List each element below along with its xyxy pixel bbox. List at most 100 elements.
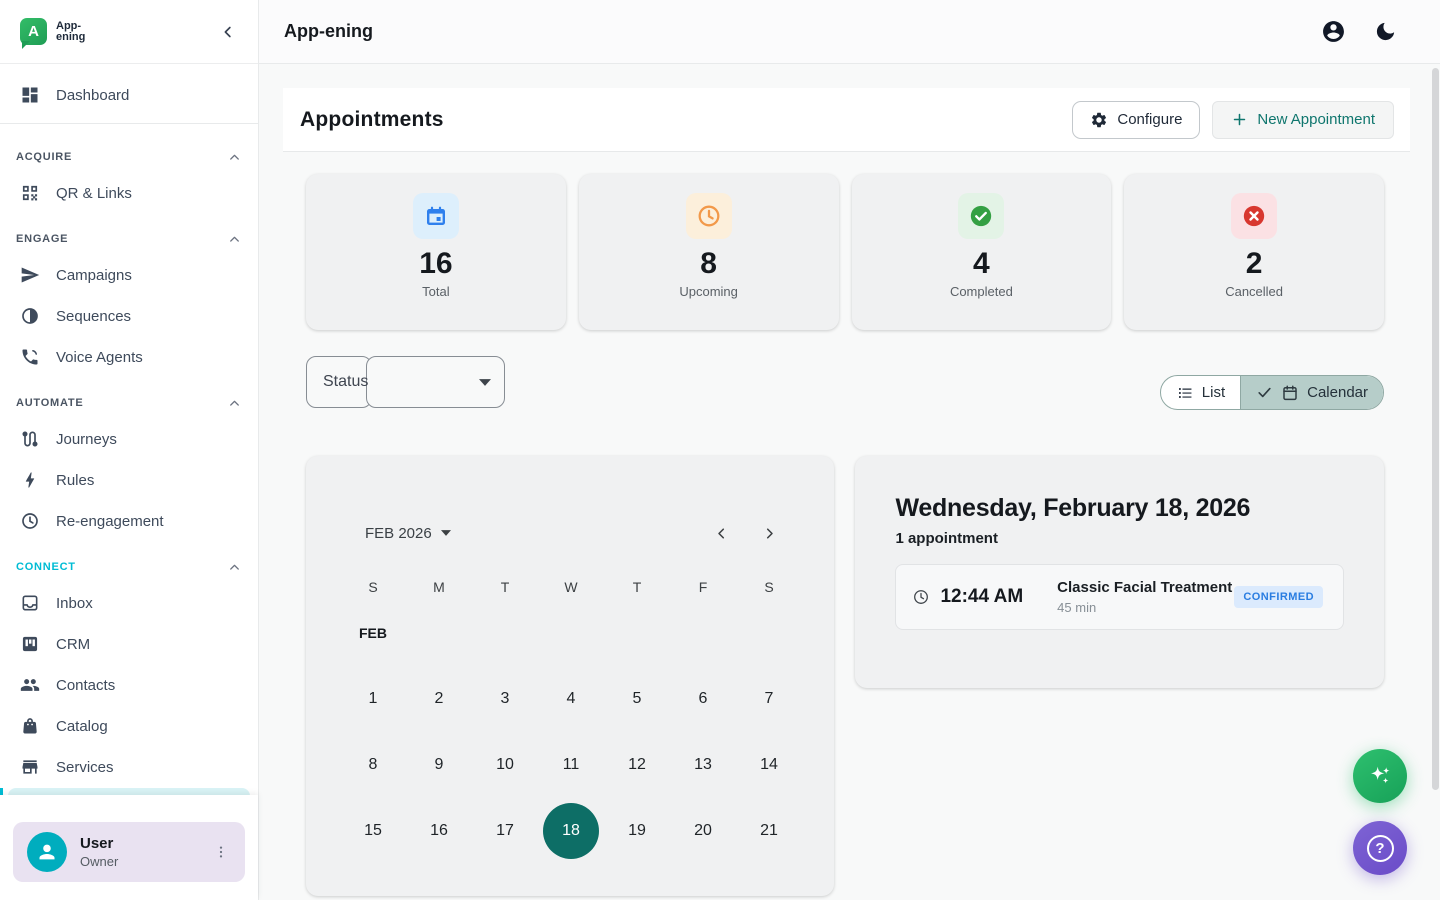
calendar-day[interactable]: 21 bbox=[736, 798, 802, 864]
kanban-icon bbox=[20, 634, 40, 654]
new-appointment-button[interactable]: New Appointment bbox=[1212, 101, 1394, 139]
calendar-day[interactable]: 12 bbox=[604, 732, 670, 798]
calendar-day[interactable]: 19 bbox=[604, 798, 670, 864]
stat-card-total: 16 Total bbox=[306, 174, 566, 330]
app-logo-line1: App- bbox=[56, 21, 85, 32]
calendar-day[interactable]: 16 bbox=[406, 798, 472, 864]
calendar-icon bbox=[424, 204, 448, 228]
main-content: Appointments Configure New Appointment 1… bbox=[259, 64, 1440, 900]
sidebar-item-rules[interactable]: Rules bbox=[8, 460, 250, 500]
stat-label: Cancelled bbox=[1225, 284, 1283, 299]
sidebar-item-label: Campaigns bbox=[56, 267, 132, 284]
calendar-day-header-row: SMTWTFS bbox=[340, 577, 801, 597]
dashboard-icon bbox=[20, 85, 40, 105]
sidebar-item-crm[interactable]: CRM bbox=[8, 624, 250, 664]
sidebar-item-services[interactable]: Services bbox=[8, 747, 250, 787]
calendar-day[interactable]: 1 bbox=[340, 666, 406, 732]
calendar-day[interactable]: 15 bbox=[340, 798, 406, 864]
configure-button-label: Configure bbox=[1117, 111, 1182, 128]
app-logo-text: App- ening bbox=[56, 21, 85, 43]
view-toggle-calendar[interactable]: Calendar bbox=[1241, 376, 1383, 409]
sidebar-item-inbox[interactable]: Inbox bbox=[8, 583, 250, 623]
calendar-day-selected[interactable]: 18 bbox=[543, 803, 599, 859]
section-header-acquire[interactable]: ACQUIRE bbox=[0, 132, 258, 173]
calendar-card: FEB 2026 SMTWTFS FEB12345678910111213141… bbox=[306, 456, 834, 896]
appointment-info: Classic Facial Treatment 45 min bbox=[1057, 579, 1232, 615]
calendar-day[interactable]: 20 bbox=[670, 798, 736, 864]
calendar-day[interactable]: 2 bbox=[406, 666, 472, 732]
sidebar-item-label: Services bbox=[56, 759, 114, 776]
appointment-time: 12:44 AM bbox=[940, 586, 1023, 608]
user-menu-button[interactable] bbox=[207, 838, 235, 866]
calendar-prev-button[interactable] bbox=[709, 521, 733, 545]
sidebar-item-catalog[interactable]: Catalog bbox=[8, 706, 250, 746]
section-header-engage[interactable]: ENGAGE bbox=[0, 214, 258, 255]
calendar-day[interactable]: 3 bbox=[472, 666, 538, 732]
caret-down-icon bbox=[441, 530, 451, 536]
calendar-month-selector[interactable]: FEB 2026 bbox=[365, 525, 451, 542]
stat-card-cancelled: 2 Cancelled bbox=[1124, 174, 1384, 330]
help-button[interactable]: ? bbox=[1353, 821, 1407, 875]
calendar-empty-cell bbox=[604, 600, 670, 666]
sidebar-item-contacts[interactable]: Contacts bbox=[8, 665, 250, 705]
sidebar-item-label: Catalog bbox=[56, 718, 108, 735]
person-icon bbox=[36, 841, 58, 863]
sidebar-item-campaigns[interactable]: Campaigns bbox=[8, 255, 250, 295]
calendar-next-button[interactable] bbox=[757, 521, 781, 545]
calendar-header: FEB 2026 bbox=[365, 518, 781, 548]
calendar-day[interactable]: 11 bbox=[538, 732, 604, 798]
help-glyph: ? bbox=[1375, 840, 1384, 857]
moon-icon bbox=[1374, 20, 1397, 43]
stat-icon-chip bbox=[1231, 193, 1277, 239]
status-select[interactable]: Status bbox=[306, 356, 505, 408]
sidebar-collapse-button[interactable] bbox=[214, 18, 242, 46]
user-card[interactable]: User Owner bbox=[13, 822, 245, 882]
sidebar-item-appointments[interactable]: Appointments bbox=[8, 788, 250, 795]
calendar-day[interactable]: 7 bbox=[736, 666, 802, 732]
section-header-connect[interactable]: CONNECT bbox=[0, 542, 258, 583]
calendar-day[interactable]: 4 bbox=[538, 666, 604, 732]
sidebar-item-journeys[interactable]: Journeys bbox=[8, 419, 250, 459]
sidebar: A App- ening Dashboard ACQUIRE QR & Link… bbox=[0, 0, 259, 900]
view-toggle-list-label: List bbox=[1202, 384, 1225, 401]
section-label: AUTOMATE bbox=[16, 397, 83, 410]
calendar-empty-cell bbox=[538, 600, 604, 666]
sidebar-item-qr-links[interactable]: QR & Links bbox=[8, 173, 250, 213]
calendar-day[interactable]: 14 bbox=[736, 732, 802, 798]
calendar-empty-cell bbox=[406, 600, 472, 666]
section-label: ACQUIRE bbox=[16, 151, 72, 164]
calendar-day[interactable]: 17 bbox=[472, 798, 538, 864]
plus-icon bbox=[1231, 111, 1248, 128]
sidebar-item-sequences[interactable]: Sequences bbox=[8, 296, 250, 336]
appointment-row[interactable]: 12:44 AM Classic Facial Treatment 45 min… bbox=[895, 564, 1344, 630]
dark-mode-button[interactable] bbox=[1374, 20, 1397, 43]
calendar-day[interactable]: 10 bbox=[472, 732, 538, 798]
chevron-up-icon bbox=[227, 560, 242, 575]
stat-card-completed: 4 Completed bbox=[852, 174, 1112, 330]
sidebar-item-label: Rules bbox=[56, 472, 94, 489]
calendar-day[interactable]: 8 bbox=[340, 732, 406, 798]
ai-assistant-button[interactable] bbox=[1353, 749, 1407, 803]
view-toggle-list[interactable]: List bbox=[1161, 376, 1241, 409]
view-toggle: List Calendar bbox=[1160, 375, 1384, 410]
dots-vertical-icon bbox=[213, 844, 229, 860]
calendar-day[interactable]: 5 bbox=[604, 666, 670, 732]
sidebar-item-dashboard[interactable]: Dashboard bbox=[8, 75, 250, 115]
route-icon bbox=[20, 429, 40, 449]
calendar-grid: FEB123456789101112131415161718192021 bbox=[340, 600, 801, 864]
calendar-month-abbrev: FEB bbox=[340, 600, 406, 666]
calendar-day[interactable]: 6 bbox=[670, 666, 736, 732]
account-button[interactable] bbox=[1321, 19, 1346, 44]
check-circle-icon bbox=[968, 203, 994, 229]
sidebar-item-voice-agents[interactable]: Voice Agents bbox=[8, 337, 250, 377]
sidebar-item-re-engagement[interactable]: Re-engagement bbox=[8, 501, 250, 541]
appointment-duration: 45 min bbox=[1057, 600, 1232, 615]
calendar-day[interactable]: 13 bbox=[670, 732, 736, 798]
topbar: App-ening bbox=[259, 0, 1440, 64]
section-header-automate[interactable]: AUTOMATE bbox=[0, 378, 258, 419]
scrollbar-thumb[interactable] bbox=[1432, 68, 1439, 790]
configure-button[interactable]: Configure bbox=[1072, 101, 1200, 139]
calendar-empty-cell bbox=[736, 600, 802, 666]
new-appointment-button-label: New Appointment bbox=[1257, 111, 1375, 128]
calendar-day[interactable]: 9 bbox=[406, 732, 472, 798]
